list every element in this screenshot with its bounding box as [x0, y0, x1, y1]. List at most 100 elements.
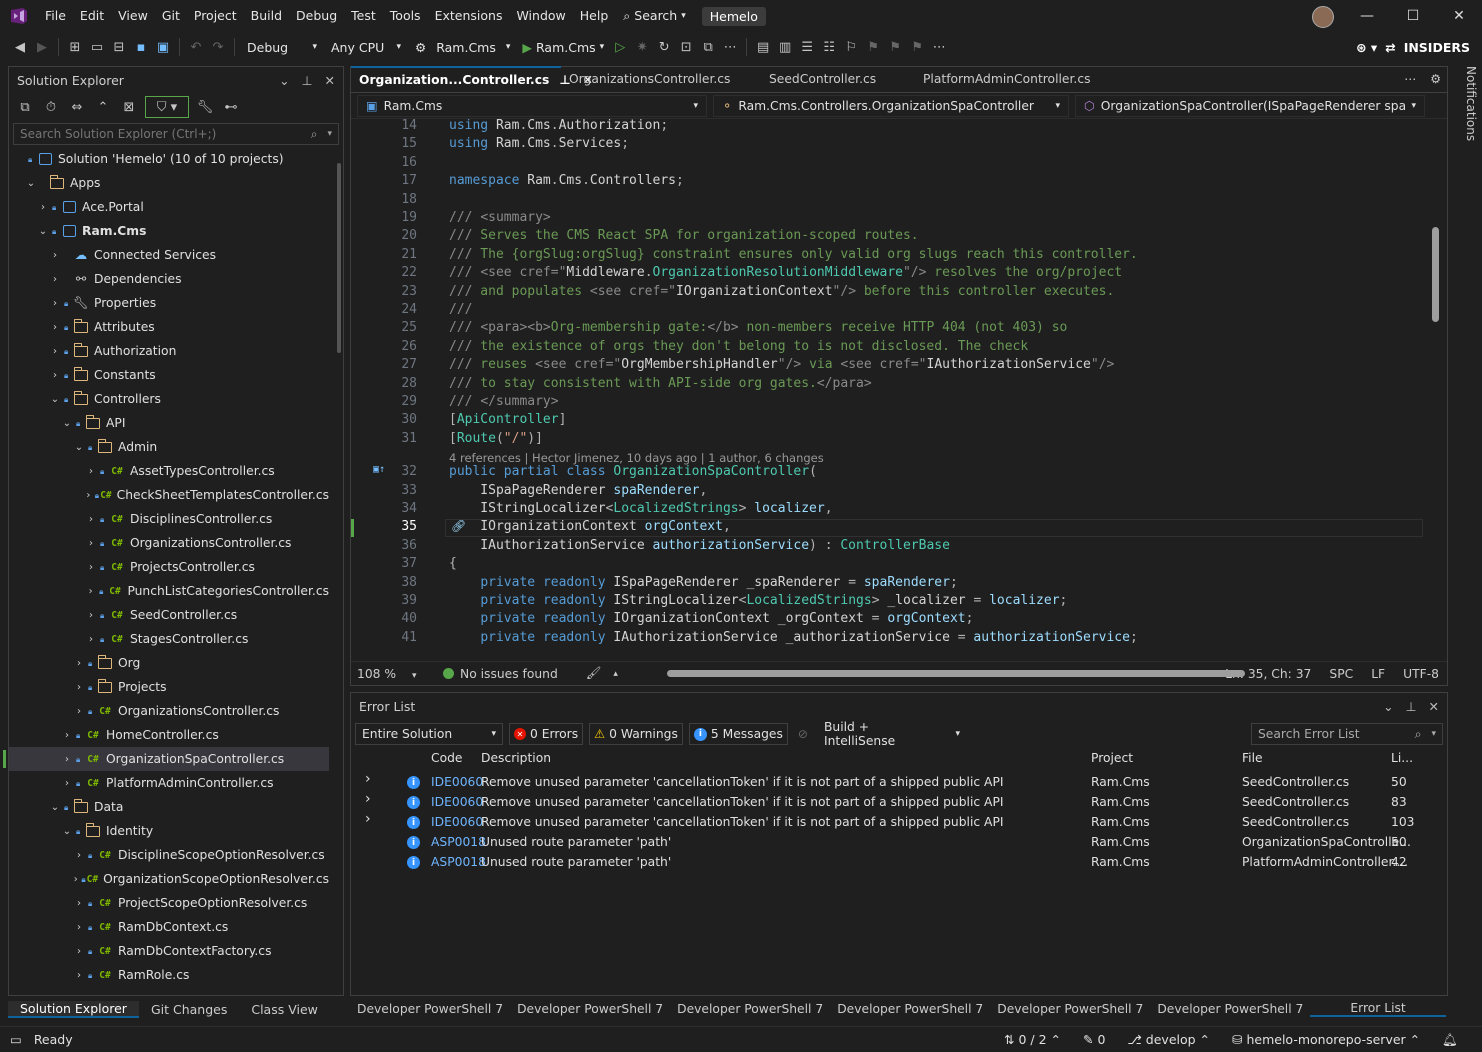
tree-node[interactable]: › 🔒︎ 🔧︎ Properties [9, 291, 329, 315]
minimize-button[interactable]: — [1344, 0, 1390, 32]
tree-node[interactable]: › 🔒︎ C# ProjectsController.cs [9, 555, 329, 579]
output-icon[interactable]: ▭ [10, 1032, 22, 1047]
tree-scrollbar[interactable] [337, 163, 341, 353]
menu-edit[interactable]: Edit [73, 0, 111, 32]
comment-icon[interactable]: ▤ [753, 36, 773, 58]
source-dropdown[interactable]: Build + IntelliSense ▾ [818, 720, 966, 748]
chevron-down-icon[interactable]: ⌄ [73, 442, 85, 453]
clear-filter-icon[interactable]: ⊘ [798, 727, 808, 741]
table-row[interactable]: i ASP0018 Unused route parameter 'path' Ram… [351, 833, 1447, 853]
more-icon[interactable]: ⋯ [720, 36, 740, 58]
switch-views-icon[interactable]: ⧉ [15, 96, 35, 118]
menu-file[interactable]: File [38, 0, 73, 32]
live-share-icon[interactable]: ⇄ [1385, 40, 1395, 55]
tree-node[interactable]: › 🔒︎ C# DisciplinesController.cs [9, 507, 329, 531]
column-header-project[interactable]: Project [1091, 751, 1133, 771]
chevron-right-icon[interactable]: › [73, 970, 85, 981]
menu-help[interactable]: Help [573, 0, 616, 32]
warnings-filter[interactable]: ⚠ 0 Warnings [589, 723, 683, 745]
tab-developer-powershell[interactable]: Developer PowerShell 7 [1150, 1002, 1310, 1016]
zoom-dropdown[interactable]: 108 % ▾ [351, 667, 425, 681]
table-row[interactable]: › i IDE0060 Remove unused parameter 'cancel… [351, 811, 1447, 833]
prev-bookmark-icon[interactable]: ⚑ [863, 36, 883, 58]
chevron-down-icon[interactable]: ⌄ [61, 826, 73, 837]
redo-icon[interactable]: ↷ [208, 36, 228, 58]
cell-code[interactable]: IDE0060 [431, 775, 483, 789]
git-branch[interactable]: ⎇ develop ⌃ [1127, 1032, 1210, 1047]
menu-window[interactable]: Window [509, 0, 572, 32]
tree-node[interactable]: › 🔒︎ C# OrganizationScopeOptionResolver.cs [9, 867, 329, 891]
solution-name-badge[interactable]: Hemelo [701, 6, 766, 26]
chevron-right-icon[interactable]: › [49, 370, 61, 381]
close-icon[interactable]: ✕ [325, 73, 335, 88]
chevron-right-icon[interactable]: › [365, 791, 371, 807]
menu-git[interactable]: Git [155, 0, 187, 32]
messages-filter[interactable]: i 5 Messages [688, 723, 788, 745]
tree-node[interactable]: ⌄ 🔒︎ Data [9, 795, 329, 819]
menu-build[interactable]: Build [244, 0, 289, 32]
codelens[interactable]: 4 references | Hector Jimenez, 10 days a… [449, 451, 824, 465]
tree-node[interactable]: › 🔒︎ C# StagesController.cs [9, 627, 329, 651]
chevron-right-icon[interactable]: › [61, 754, 73, 765]
tree-node[interactable]: ⌄ 🔒︎ Identity [9, 819, 329, 843]
tab-developer-powershell[interactable]: Developer PowerShell 7 [990, 1002, 1150, 1016]
tree-node[interactable]: › 🔒︎ C# RamRole.cs [9, 963, 329, 987]
table-row[interactable]: › i IDE0060 Remove unused parameter 'cancel… [351, 791, 1447, 813]
chevron-right-icon[interactable]: › [365, 771, 371, 787]
chevron-right-icon[interactable]: › [85, 490, 92, 501]
tree-node[interactable]: › 🔒︎ C# RamDbContextFactory.cs [9, 939, 329, 963]
undo-icon[interactable]: ↶ [186, 36, 206, 58]
member-nav-dropdown[interactable]: ⬡ OrganizationSpaController(ISpaPageRend… [1075, 94, 1425, 117]
chevron-right-icon[interactable]: › [73, 874, 78, 885]
tree-node[interactable]: › 🔒︎ Constants [9, 363, 329, 387]
tree-node[interactable]: › 🔒︎ C# AssetTypesController.cs [9, 459, 329, 483]
pin-icon[interactable]: ⊥ [302, 73, 313, 88]
menu-project[interactable]: Project [187, 0, 244, 32]
chevron-down-icon[interactable]: ▾ [327, 129, 332, 139]
chevron-down-icon[interactable]: ⌄ [37, 226, 49, 237]
gear-icon[interactable]: ⚙ [1430, 72, 1441, 86]
cell-code[interactable]: ASP0018 [431, 835, 486, 849]
save-icon[interactable]: ▪ [131, 36, 151, 58]
brush-icon[interactable]: 🖌︎ [586, 666, 602, 681]
indent-icon[interactable]: ☷ [819, 36, 839, 58]
hot-reload-icon[interactable]: ✷ [632, 36, 652, 58]
issues-indicator[interactable]: No issues found [443, 667, 558, 681]
column-header-code[interactable]: Code [431, 751, 462, 771]
chevron-right-icon[interactable]: › [73, 922, 85, 933]
outdent-icon[interactable]: ☰ [797, 36, 817, 58]
browser-link-icon[interactable]: ⧉ [698, 36, 718, 58]
chevron-down-icon[interactable]: ⌄ [25, 178, 37, 189]
tree-node[interactable]: › 🔒︎ C# OrganizationSpaController.cs [3, 747, 329, 771]
properties-wrench-icon[interactable]: 🔧︎ [195, 96, 215, 118]
uncomment-icon[interactable]: ▥ [775, 36, 795, 58]
save-all-icon[interactable]: ▣ [153, 36, 173, 58]
chevron-right-icon[interactable]: › [49, 346, 61, 357]
git-repo[interactable]: ⛁ hemelo-monorepo-server ⌃ [1232, 1032, 1420, 1047]
column-header-description[interactable]: Description [481, 751, 551, 771]
chevron-down-icon[interactable]: ⌄ [1383, 699, 1393, 714]
editor-horizontal-scrollbar[interactable] [667, 670, 1245, 677]
git-commits[interactable]: ⇅ 0 / 2 ⌃ [1004, 1032, 1061, 1047]
chevron-down-icon[interactable]: ⌄ [49, 394, 61, 405]
menu-view[interactable]: View [111, 0, 155, 32]
tree-node[interactable]: › 🔒︎ C# PlatformAdminController.cs [9, 771, 329, 795]
tree-node[interactable]: › 🔒︎ C# SeedController.cs [9, 603, 329, 627]
configuration-dropdown[interactable]: Debug ▾ [241, 36, 323, 58]
errors-filter[interactable]: ✕ 0 Errors [509, 723, 584, 745]
tree-node[interactable]: › 🔒︎ C# OrganizationsController.cs [9, 699, 329, 723]
chevron-right-icon[interactable]: › [85, 466, 97, 477]
tree-node[interactable]: › 🔒︎ C# ProjectScopeOptionResolver.cs [9, 891, 329, 915]
chevron-right-icon[interactable]: › [365, 811, 371, 827]
chevron-right-icon[interactable]: › [73, 706, 85, 717]
user-avatar[interactable] [1312, 6, 1334, 28]
menu-debug[interactable]: Debug [289, 0, 344, 32]
more-icon[interactable]: ⋯ [1404, 72, 1416, 86]
tree-node[interactable]: › 🔒︎ C# PunchListCategoriesController.cs [9, 579, 329, 603]
close-window-button[interactable]: ✕ [1436, 0, 1482, 32]
cell-code[interactable]: ASP0018 [431, 855, 486, 869]
tree-node[interactable]: ⌄ 🔒︎ Admin [9, 435, 329, 459]
chevron-right-icon[interactable]: › [49, 274, 61, 285]
tree-node[interactable]: ⌄ Apps [9, 171, 329, 195]
chevron-down-icon[interactable]: ⌄ [61, 418, 73, 429]
